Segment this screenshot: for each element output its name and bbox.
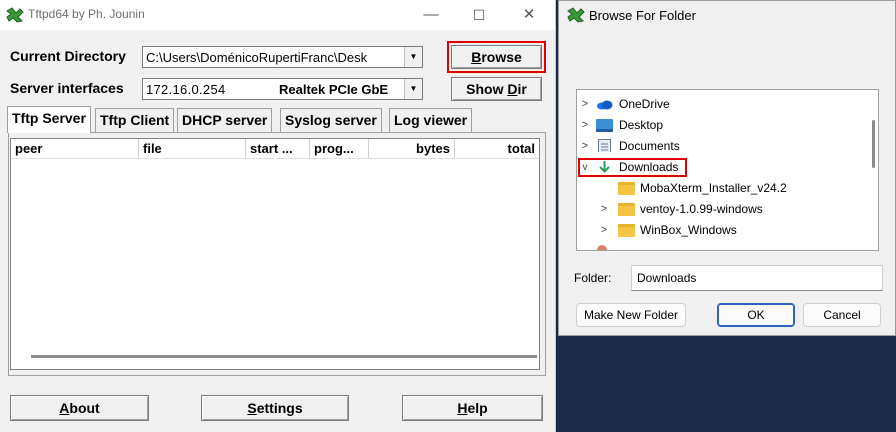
current-directory-combo[interactable]: C:\Users\DoménicoRupertiFranc\Desk ▼	[142, 46, 423, 68]
tree-item-documents[interactable]: > Documents	[577, 136, 867, 157]
title-bar: Tftpd64 by Ph. Jounin — ☐ ✕	[0, 0, 555, 30]
tab-tftp-server[interactable]: Tftp Server	[7, 106, 91, 133]
folder-name-input[interactable]: Downloads	[631, 265, 883, 291]
tree-item-mobaxterm[interactable]: MobaXterm_Installer_v24.2	[577, 178, 867, 199]
tree-item-ventoy[interactable]: > ventoy-1.0.99-windows	[577, 199, 867, 220]
server-interfaces-combo[interactable]: 172.16.0.254 Realtek PCIe GbE ▼	[142, 78, 423, 100]
tftpd64-window: Tftpd64 by Ph. Jounin — ☐ ✕ Current Dire…	[0, 0, 556, 432]
folder-tree[interactable]: > OneDrive > Desktop > Documents v Downl…	[576, 89, 879, 251]
chevron-right-icon[interactable]: >	[579, 136, 591, 157]
partial-item-icon	[597, 245, 607, 250]
folder-icon	[618, 203, 635, 216]
window-title: Tftpd64 by Ph. Jounin	[28, 7, 145, 21]
tree-item-label: Downloads	[619, 160, 679, 174]
tab-dhcp-server[interactable]: DHCP server	[177, 108, 273, 132]
column-header-file[interactable]: file	[139, 139, 246, 159]
desktop-icon	[596, 119, 613, 132]
documents-icon	[598, 139, 611, 152]
horizontal-scrollbar[interactable]	[31, 355, 537, 358]
chevron-right-icon[interactable]: >	[579, 94, 591, 115]
browse-for-folder-dialog: Browse For Folder > OneDrive > Desktop >…	[558, 0, 896, 336]
chevron-right-icon[interactable]: >	[598, 199, 610, 220]
download-arrow-icon	[599, 161, 610, 173]
current-directory-label: Current Directory	[10, 48, 126, 64]
column-header-start[interactable]: start ...	[246, 139, 310, 159]
dialog-title: Browse For Folder	[589, 8, 696, 23]
chevron-right-icon[interactable]: >	[598, 220, 610, 241]
cancel-button[interactable]: Cancel	[803, 303, 881, 327]
tree-item-label: MobaXterm_Installer_v24.2	[640, 181, 787, 195]
app-icon	[567, 7, 585, 23]
cloud-icon	[597, 100, 613, 110]
folder-label: Folder:	[574, 271, 612, 285]
dropdown-arrow-icon[interactable]: ▼	[404, 79, 422, 99]
current-directory-value: C:\Users\DoménicoRupertiFranc\Desk	[146, 50, 368, 65]
tree-item-label: WinBox_Windows	[640, 223, 737, 237]
tab-log-viewer[interactable]: Log viewer	[389, 108, 473, 132]
tab-syslog-server[interactable]: Syslog server	[280, 108, 382, 132]
server-ip-value: 172.16.0.254	[146, 82, 226, 97]
chevron-right-icon[interactable]: >	[579, 115, 591, 136]
folder-icon	[618, 182, 635, 195]
tree-item-winbox[interactable]: > WinBox_Windows	[577, 220, 867, 241]
minimize-icon[interactable]: —	[418, 4, 444, 26]
tree-item-label: Desktop	[619, 118, 664, 132]
vertical-scrollbar[interactable]	[872, 120, 875, 168]
maximize-icon[interactable]: ☐	[466, 4, 492, 26]
chevron-down-icon[interactable]: v	[579, 157, 591, 178]
dropdown-arrow-icon[interactable]: ▼	[404, 47, 422, 67]
make-new-folder-button[interactable]: Make New Folder	[576, 303, 686, 327]
tree-item-label: ventoy-1.0.99-windows	[640, 202, 763, 216]
help-button[interactable]: Help	[402, 395, 543, 421]
column-header-total[interactable]: total	[455, 139, 539, 159]
tree-item-desktop[interactable]: > Desktop	[577, 115, 867, 136]
transfer-list[interactable]: peer file start ... prog... bytes total	[10, 138, 540, 370]
tab-tftp-client[interactable]: Tftp Client	[95, 108, 175, 132]
server-adapter-value: Realtek PCIe GbE	[279, 82, 389, 97]
column-header-bytes[interactable]: bytes	[369, 139, 455, 159]
tree-item-onedrive[interactable]: > OneDrive	[577, 94, 867, 115]
tree-item-label: Documents	[619, 139, 680, 153]
tree-item-downloads[interactable]: v Downloads	[577, 157, 867, 178]
column-header-peer[interactable]: peer	[11, 139, 139, 159]
show-dir-button[interactable]: Show Dir	[451, 77, 542, 101]
folder-icon	[618, 224, 635, 237]
column-header-progress[interactable]: prog...	[310, 139, 369, 159]
about-button[interactable]: About	[10, 395, 149, 421]
browse-button[interactable]: Browse	[451, 45, 542, 69]
close-icon[interactable]: ✕	[516, 4, 542, 26]
server-interfaces-label: Server interfaces	[10, 80, 124, 96]
ok-button[interactable]: OK	[717, 303, 795, 327]
tree-item-label: OneDrive	[619, 97, 670, 111]
settings-button[interactable]: Settings	[201, 395, 349, 421]
app-icon	[6, 7, 24, 23]
